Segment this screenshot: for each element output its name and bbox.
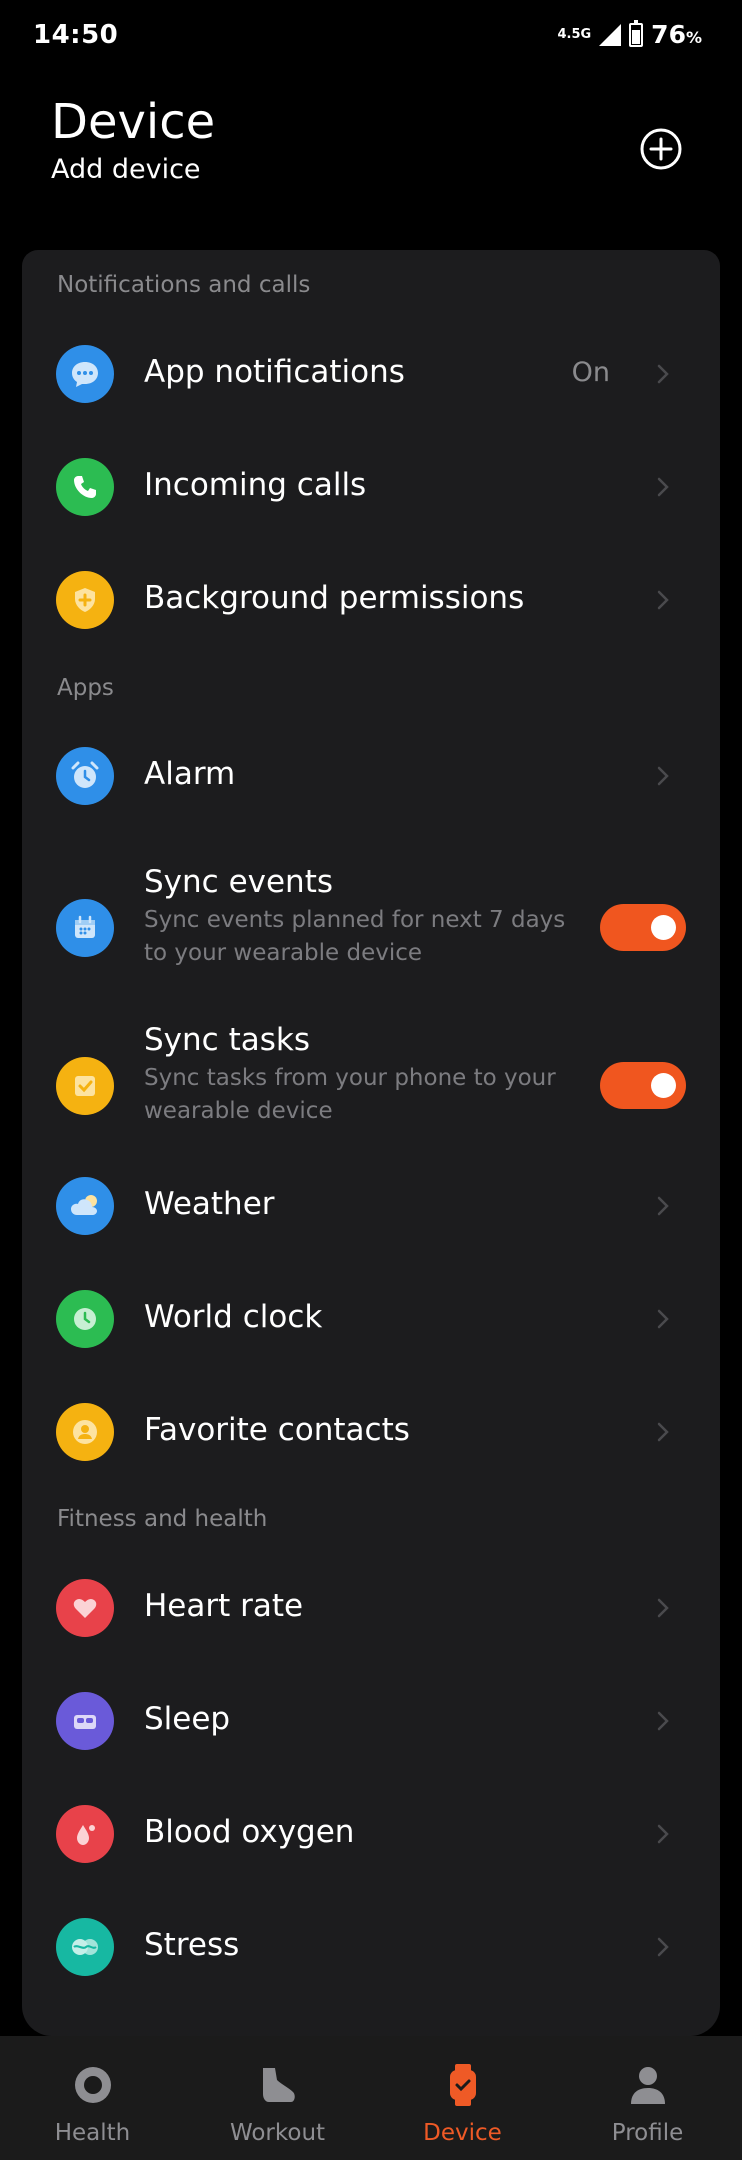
row-title: Sync tasks: [144, 1022, 310, 1058]
signal-icon: [599, 23, 622, 46]
health-icon: [74, 2067, 111, 2103]
weather-cloud-icon: [56, 1177, 114, 1235]
row-title: Incoming calls: [144, 467, 367, 503]
row-subtitle: Sync events planned for next 7 days to y…: [144, 907, 566, 966]
chat-bubble-icon: [56, 345, 114, 403]
row-title: Sync events: [144, 864, 334, 900]
nav-health[interactable]: Health: [0, 2036, 185, 2160]
heart-icon: [56, 1579, 114, 1637]
alarm-clock-icon: [56, 747, 114, 805]
device-screen: 14:50 4.5G 76% Device Add device Notific…: [0, 0, 742, 2160]
row-value: On: [571, 357, 610, 388]
page-title: Device: [51, 94, 216, 150]
phone-icon: [56, 458, 114, 516]
nav-label: Health: [54, 2120, 131, 2146]
row-title: App notifications: [144, 354, 405, 390]
row-sleep[interactable]: Sleep: [22, 1665, 720, 1777]
battery-icon: [629, 19, 644, 47]
row-title: Blood oxygen: [144, 1814, 355, 1850]
row-stress[interactable]: Stress: [22, 1891, 720, 2003]
chevron-right-icon: [657, 590, 669, 610]
section-apps: Apps: [57, 675, 114, 701]
shoe-icon: [262, 2068, 295, 2102]
row-blood-oxygen[interactable]: Blood oxygen: [22, 1778, 720, 1890]
row-incoming-calls[interactable]: Incoming calls: [22, 431, 720, 543]
task-check-icon: [56, 1057, 114, 1115]
chevron-right-icon: [657, 1711, 669, 1731]
chevron-right-icon: [657, 766, 669, 786]
plus-circle-icon[interactable]: [640, 128, 682, 170]
row-title: Weather: [144, 1186, 275, 1222]
page-header: Device Add device: [0, 72, 742, 250]
bottom-nav: Health Workout Device Profile: [0, 2036, 742, 2160]
clock-icon: [56, 1290, 114, 1348]
bed-icon: [56, 1692, 114, 1750]
profile-icon: [630, 2067, 665, 2104]
row-title: Background permissions: [144, 580, 525, 616]
status-indicators: 4.5G 76%: [557, 19, 702, 49]
nav-label: Device: [423, 2120, 502, 2146]
chevron-right-icon: [657, 1309, 669, 1329]
calendar-icon: [56, 899, 114, 957]
row-weather[interactable]: Weather: [22, 1150, 720, 1262]
sync-tasks-toggle[interactable]: [600, 1062, 686, 1109]
chevron-right-icon: [657, 364, 669, 384]
nav-workout[interactable]: Workout: [185, 2036, 370, 2160]
stress-icon: [56, 1918, 114, 1976]
sync-events-toggle[interactable]: [600, 904, 686, 951]
contact-person-icon: [56, 1403, 114, 1461]
row-title: Stress: [144, 1927, 240, 1963]
row-alarm[interactable]: Alarm: [22, 720, 720, 832]
row-sync-tasks: Sync tasks Sync tasks from your phone to…: [22, 1012, 720, 1160]
row-heart-rate[interactable]: Heart rate: [22, 1552, 720, 1664]
row-favorite-contacts[interactable]: Favorite contacts: [22, 1376, 720, 1488]
row-app-notifications[interactable]: App notifications On: [22, 318, 720, 430]
chevron-right-icon: [657, 1196, 669, 1216]
row-title: World clock: [144, 1299, 323, 1335]
nav-label: Workout: [229, 2120, 326, 2146]
chevron-right-icon: [657, 477, 669, 497]
row-sync-events: Sync events Sync events planned for next…: [22, 854, 720, 1002]
row-title: Favorite contacts: [144, 1412, 410, 1448]
drop-icon: [56, 1805, 114, 1863]
status-bar: 14:50 4.5G 76%: [0, 0, 742, 72]
row-title: Sleep: [144, 1701, 231, 1737]
chevron-right-icon: [657, 1422, 669, 1442]
chevron-right-icon: [657, 1598, 669, 1618]
section-fitness: Fitness and health: [57, 1506, 268, 1532]
row-world-clock[interactable]: World clock: [22, 1263, 720, 1375]
chevron-right-icon: [657, 1937, 669, 1957]
section-notifications: Notifications and calls: [57, 272, 311, 298]
network-type: 4.5G: [557, 27, 592, 42]
nav-profile[interactable]: Profile: [555, 2036, 740, 2160]
chevron-right-icon: [657, 1824, 669, 1844]
battery-level: 76%: [651, 20, 702, 49]
nav-device[interactable]: Device: [370, 2036, 555, 2160]
row-title: Alarm: [144, 756, 236, 792]
shield-plus-icon: [56, 571, 114, 629]
watch-icon: [449, 2064, 476, 2106]
nav-label: Profile: [611, 2120, 684, 2146]
row-subtitle: Sync tasks from your phone to your weara…: [144, 1065, 556, 1124]
row-title: Heart rate: [144, 1588, 304, 1624]
settings-card: Notifications and calls App notification…: [22, 250, 720, 2036]
row-background-permissions[interactable]: Background permissions: [22, 544, 720, 656]
status-time: 14:50: [33, 20, 119, 50]
add-device-link[interactable]: Add device: [51, 154, 201, 185]
